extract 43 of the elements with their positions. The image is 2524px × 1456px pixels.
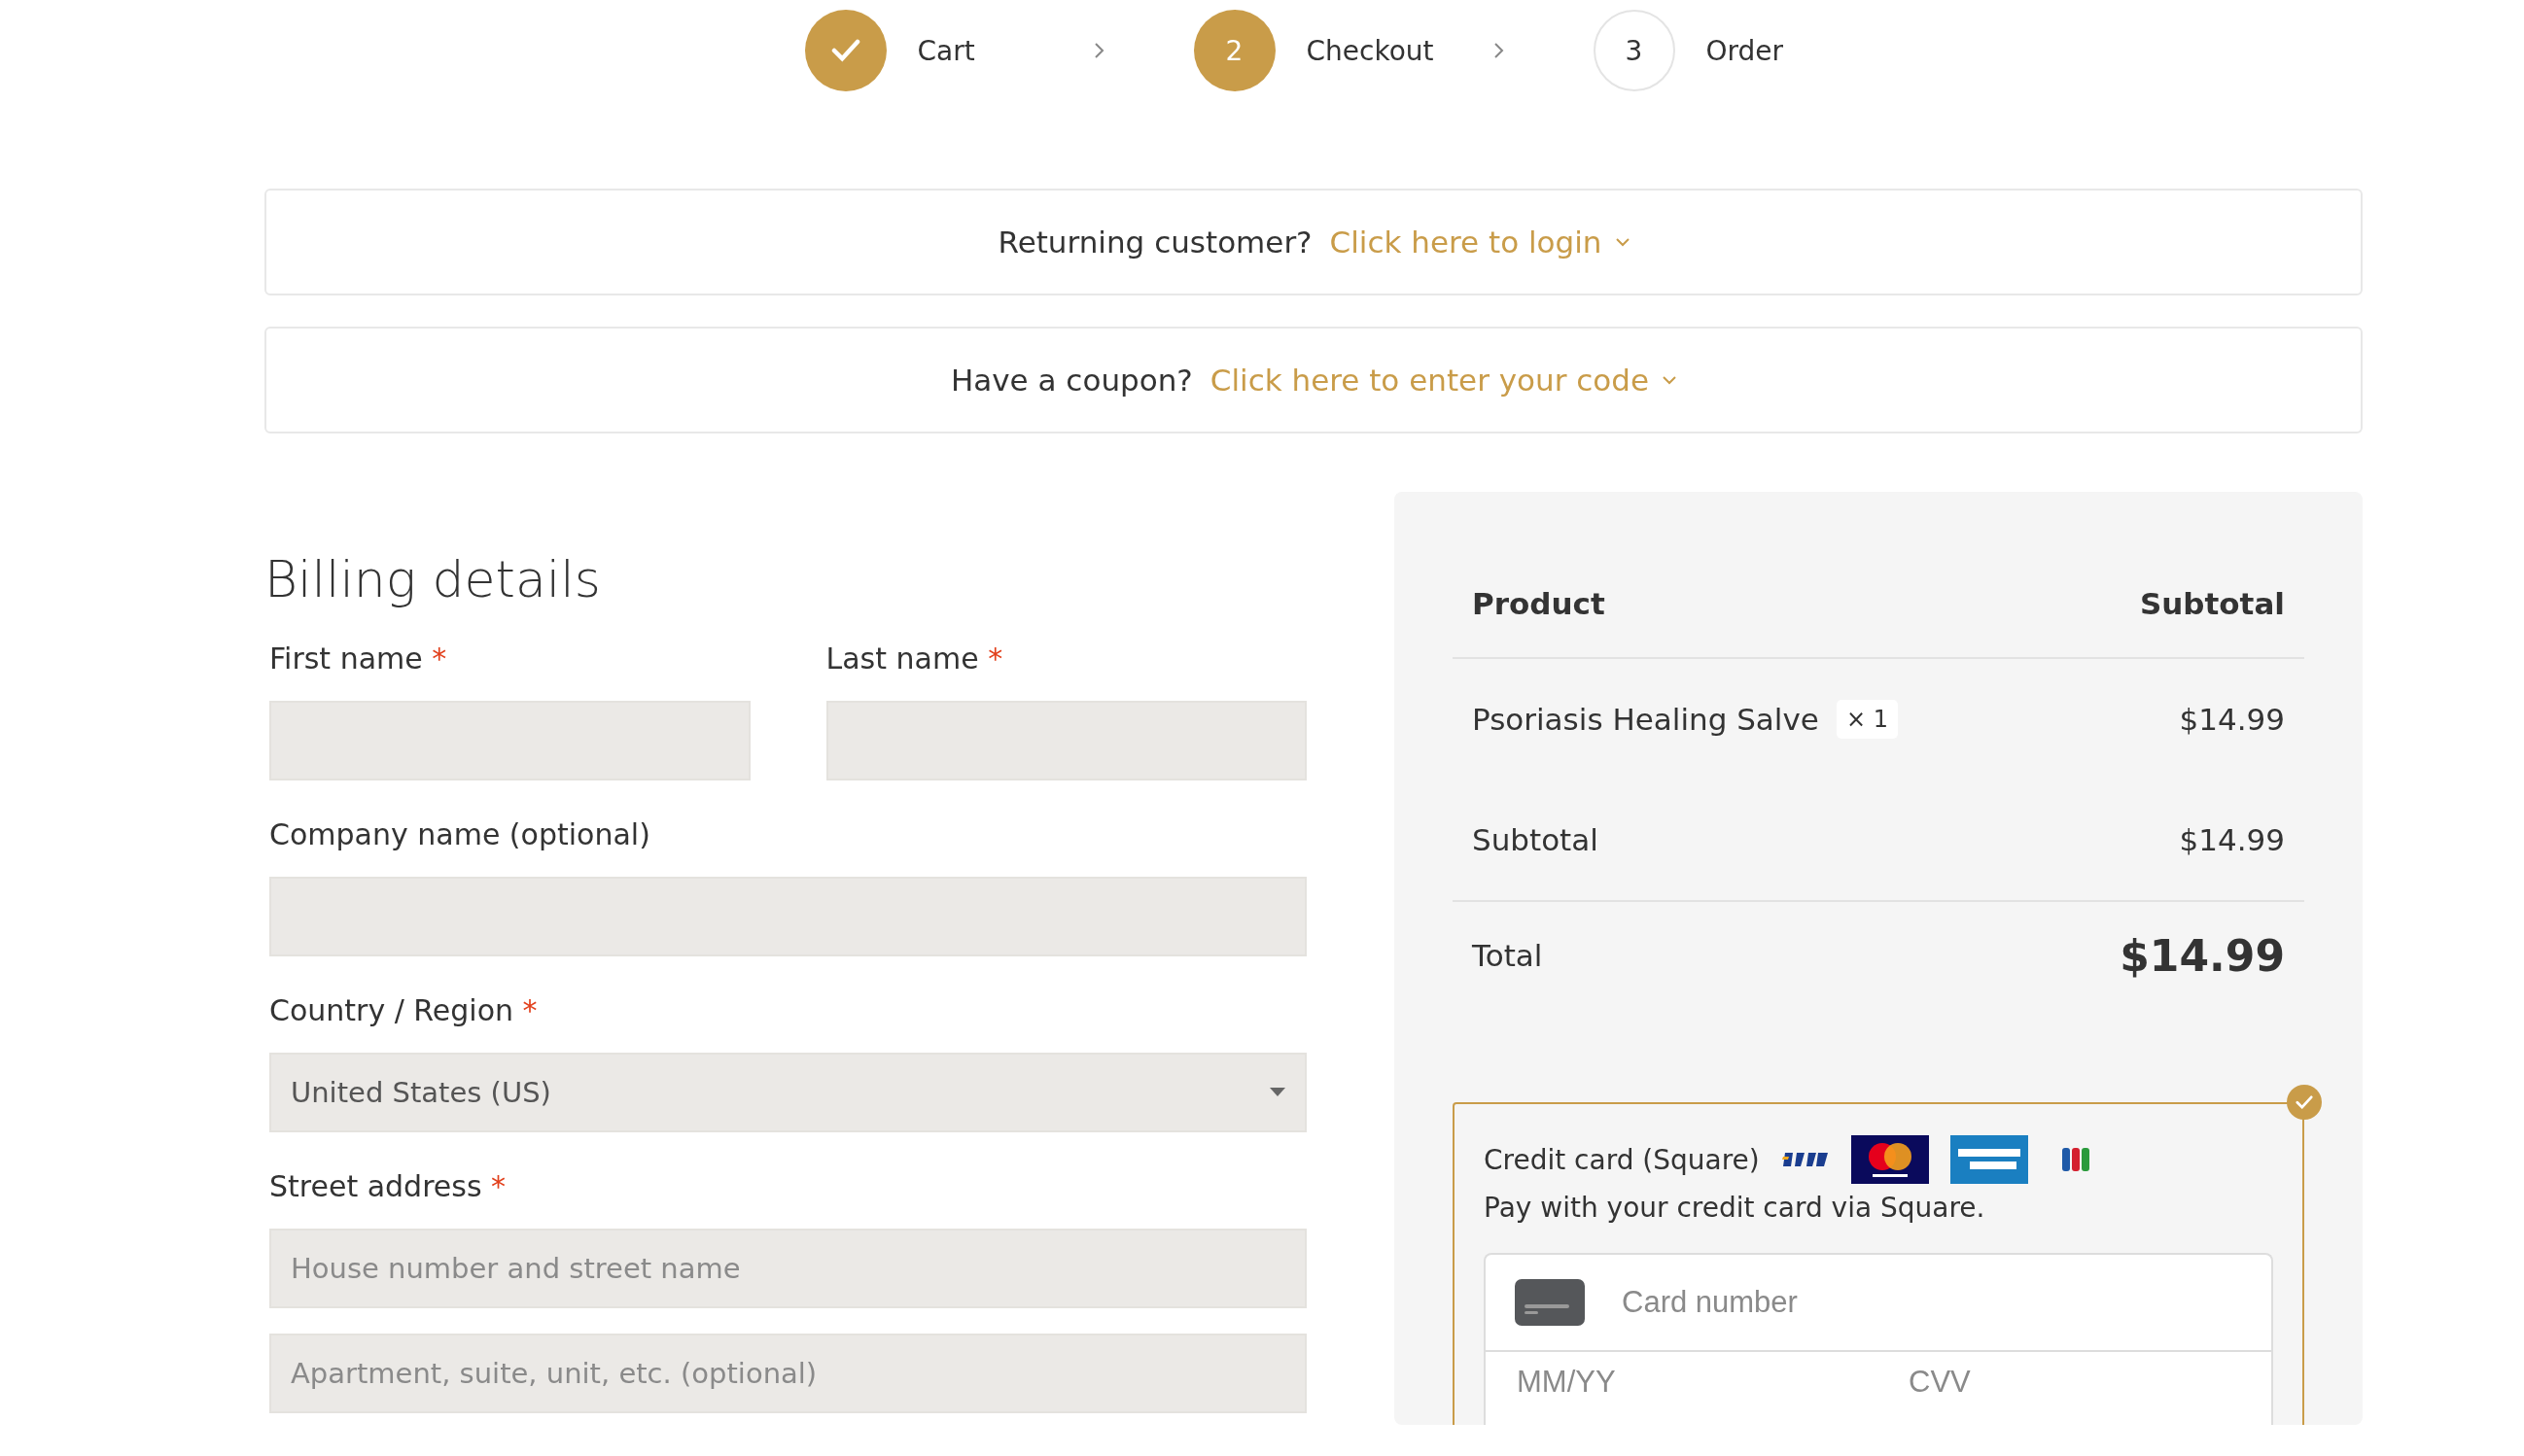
check-icon [2296,1094,2313,1110]
text-field[interactable] [825,701,1307,780]
chevron-right-icon [1092,42,1106,59]
total-value: $14.99 [2120,930,2285,981]
text-field[interactable] [269,877,1307,956]
chevron-down-icon [1615,237,1630,247]
section-heading: Billing details [264,550,602,608]
product-name: Psoriasis Healing Salve [1472,702,1819,737]
field-label: Company name (optional) [269,817,651,851]
chevron-right-icon [1491,42,1506,59]
text-field[interactable] [269,701,751,780]
text-field[interactable]: House number and street name [269,1229,1307,1308]
credit-card-icon [1515,1279,1585,1326]
caret-icon [1270,1088,1285,1097]
quantity-badge: × 1 [1836,700,1898,739]
step-label: Cart [917,34,976,67]
country-select[interactable]: United States (US) [269,1053,1307,1132]
mastercard-icon [1850,1135,1929,1184]
chevron-down-icon [1663,375,1677,385]
product-price: $14.99 [2179,702,2285,737]
field-label: Country / Region * [269,993,539,1027]
step-label: Order [1705,34,1785,67]
expiry-field[interactable]: MM/YY [1515,1364,1907,1401]
payment-description: Pay with your credit card via Square. [1484,1192,1986,1224]
payment-method-label: Credit card (Square) [1484,1143,1760,1176]
subtotal-label: Subtotal [1472,822,1598,857]
card-number-field[interactable]: Card number [1620,1284,2242,1321]
cvv-field[interactable]: CVV [1907,1364,2298,1401]
check-icon [830,39,860,62]
field-label: Last name * [825,641,1004,676]
subtotal-value: $14.99 [2179,822,2285,857]
step-indicator: 2 [1193,10,1276,91]
payment-method-option[interactable]: Credit card (Square) Pay with your credit card via Square. Card number MM/YY CVV [1453,1102,2304,1425]
column-header: Product [1472,586,1605,621]
column-header: Subtotal [2139,586,2285,621]
field-label: First name * [269,641,448,676]
step-indicator: 3 [1593,10,1675,91]
notice-text: Returning customer? [998,225,1313,260]
text-field[interactable]: Apartment, suite, unit, etc. (optional) [269,1334,1307,1413]
step-label: Checkout [1306,34,1434,67]
notice-text: Have a coupon? [950,363,1193,398]
field-label: Street address * [269,1169,508,1203]
total-label: Total [1472,938,1543,973]
